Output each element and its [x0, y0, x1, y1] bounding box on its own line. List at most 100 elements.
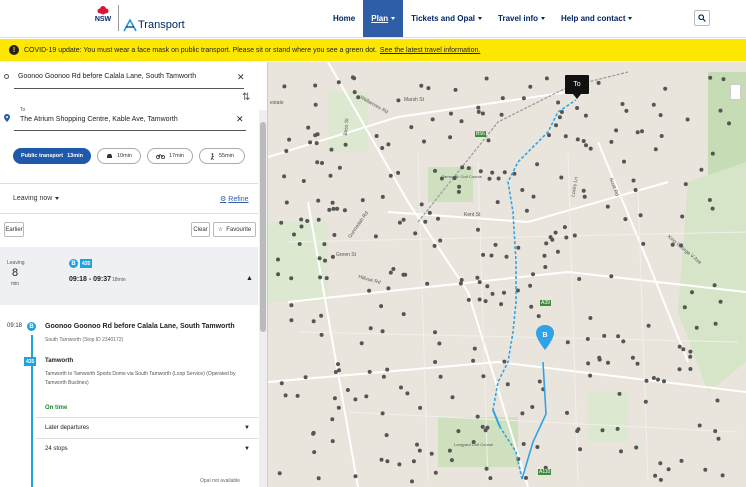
bus-stop-dot[interactable] — [588, 373, 593, 378]
bus-stop-dot[interactable] — [367, 369, 372, 374]
bus-stop-dot[interactable] — [447, 448, 452, 453]
bus-stop-dot[interactable] — [458, 281, 463, 286]
refine-link[interactable]: ⚙ Refine — [220, 195, 249, 204]
bus-stop-dot[interactable] — [547, 133, 551, 138]
bus-stop-dot[interactable] — [312, 450, 317, 455]
bus-stop-dot[interactable] — [641, 241, 646, 246]
bus-stop-dot[interactable] — [289, 276, 294, 281]
bus-stop-dot[interactable] — [564, 235, 569, 240]
bus-stop-dot[interactable] — [449, 111, 453, 116]
bus-stop-dot[interactable] — [563, 134, 568, 139]
bus-stop-dot[interactable] — [582, 194, 587, 199]
bus-stop-dot[interactable] — [380, 146, 385, 150]
bus-stop-dot[interactable] — [710, 206, 715, 211]
bus-stop-dot[interactable] — [633, 188, 638, 192]
bus-stop-dot[interactable] — [353, 397, 358, 402]
bus-stop-dot[interactable] — [635, 361, 640, 366]
bus-stop-dot[interactable] — [289, 303, 294, 308]
bus-stop-dot[interactable] — [388, 270, 393, 275]
bus-stop-dot[interactable] — [716, 436, 721, 441]
bus-stop-dot[interactable] — [456, 189, 461, 194]
earlier-button[interactable]: Earlier — [4, 222, 24, 237]
bus-stop-dot[interactable] — [397, 220, 402, 225]
bus-stop-dot[interactable] — [313, 102, 318, 107]
bus-stop-dot[interactable] — [521, 442, 526, 446]
bus-stop-dot[interactable] — [282, 174, 287, 179]
bus-stop-dot[interactable] — [505, 382, 510, 387]
bus-stop-dot[interactable] — [460, 165, 465, 170]
clear-button[interactable]: Clear — [191, 222, 210, 237]
destination-marker[interactable]: To — [565, 75, 589, 99]
bus-stop-dot[interactable] — [432, 243, 437, 248]
bus-stop-dot[interactable] — [493, 242, 498, 247]
bus-stop-dot[interactable] — [557, 115, 562, 120]
bus-stop-dot[interactable] — [453, 87, 458, 92]
bus-stop-dot[interactable] — [316, 476, 321, 481]
bus-stop-dot[interactable] — [502, 170, 507, 175]
bus-stop-dot[interactable] — [330, 439, 335, 444]
nav-help[interactable]: Help and contact — [553, 0, 640, 37]
bus-stop-dot[interactable] — [622, 159, 626, 164]
bus-stop-dot[interactable] — [688, 354, 693, 359]
bus-stop-dot[interactable] — [476, 109, 481, 114]
bus-stop-dot[interactable] — [588, 316, 593, 320]
bus-stop-dot[interactable] — [520, 188, 525, 192]
bus-stop-dot[interactable] — [542, 253, 547, 258]
bus-stop-dot[interactable] — [337, 368, 341, 373]
bus-stop-dot[interactable] — [409, 125, 414, 130]
bus-stop-dot[interactable] — [381, 374, 386, 379]
bus-stop-dot[interactable] — [305, 219, 310, 223]
bus-stop-dot[interactable] — [634, 445, 639, 450]
bus-stop-dot[interactable] — [379, 457, 384, 462]
bus-stop-dot[interactable] — [438, 374, 443, 379]
bus-stop-dot[interactable] — [653, 147, 658, 152]
bus-stop-dot[interactable] — [614, 128, 619, 133]
nav-travel-info[interactable]: Travel info — [490, 0, 553, 37]
bus-stop-dot[interactable] — [602, 333, 607, 338]
bus-stop-dot[interactable] — [319, 332, 324, 337]
bus-stop-dot[interactable] — [433, 168, 437, 173]
bus-stop-dot[interactable] — [380, 411, 385, 416]
bus-stop-dot[interactable] — [476, 105, 481, 110]
bus-stop-dot[interactable] — [419, 83, 424, 88]
clear-to-icon[interactable]: ✕ — [236, 114, 244, 125]
bus-stop-dot[interactable] — [499, 302, 504, 307]
favourite-button[interactable]: ☆ Favourite — [213, 222, 256, 237]
bus-stop-dot[interactable] — [640, 129, 644, 134]
bus-stop-dot[interactable] — [386, 286, 391, 291]
bus-stop-dot[interactable] — [481, 252, 486, 257]
bus-stop-dot[interactable] — [651, 102, 656, 107]
bus-stop-dot[interactable] — [616, 334, 621, 339]
bus-stop-dot[interactable] — [478, 169, 483, 174]
bus-stop-dot[interactable] — [322, 242, 327, 247]
bus-stop-dot[interactable] — [577, 277, 582, 281]
bus-stop-dot[interactable] — [391, 267, 396, 271]
swap-icon[interactable]: ⇅ — [242, 92, 250, 103]
bus-stop-dot[interactable] — [694, 325, 699, 330]
bus-stop-dot[interactable] — [466, 297, 471, 302]
bus-stop-dot[interactable] — [562, 225, 567, 230]
bus-stop-dot[interactable] — [388, 173, 393, 178]
logo[interactable]: NSW Transport — [92, 4, 185, 32]
bus-stop-dot[interactable] — [336, 405, 341, 410]
bus-stop-dot[interactable] — [385, 367, 390, 372]
bus-stop-dot[interactable] — [410, 479, 414, 484]
mode-bike[interactable]: 17min — [147, 148, 193, 164]
bus-stop-dot[interactable] — [477, 280, 482, 285]
bus-stop-dot[interactable] — [327, 207, 332, 212]
bus-stop-dot[interactable] — [353, 474, 358, 479]
bus-stop-dot[interactable] — [457, 184, 462, 189]
bus-stop-dot[interactable] — [336, 80, 341, 85]
bus-stop-dot[interactable] — [688, 367, 693, 371]
bus-stop-dot[interactable] — [284, 200, 289, 205]
bus-stop-dot[interactable] — [713, 321, 718, 326]
bus-stop-dot[interactable] — [311, 319, 316, 324]
bus-stop-dot[interactable] — [397, 462, 402, 467]
bus-stop-dot[interactable] — [646, 323, 651, 328]
bus-stop-dot[interactable] — [624, 108, 629, 113]
bus-stop-dot[interactable] — [360, 198, 365, 203]
bus-stop-dot[interactable] — [581, 188, 586, 193]
bus-stop-dot[interactable] — [380, 194, 385, 199]
bus-stop-dot[interactable] — [554, 123, 558, 128]
bus-stop-dot[interactable] — [433, 470, 438, 475]
